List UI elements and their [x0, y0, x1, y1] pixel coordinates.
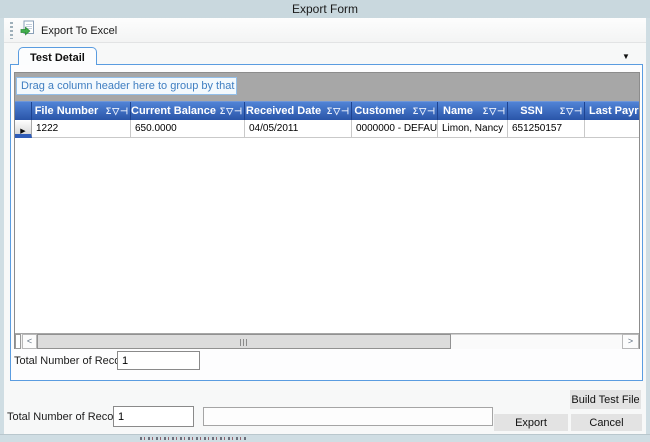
row-selector-arrow-icon: ▶ [20, 128, 25, 135]
toolbar-grip-handle[interactable] [10, 22, 13, 39]
filter-icon[interactable]: ▽ [489, 106, 496, 116]
tab-test-detail-label: Test Detail [30, 52, 85, 64]
column-header-label: SSN [520, 105, 543, 117]
tab-test-detail[interactable]: Test Detail [18, 47, 97, 65]
pin-icon[interactable]: ⊣ [574, 106, 582, 116]
column-header-label: File Number [35, 105, 99, 117]
scroll-left-button[interactable]: < [22, 334, 37, 349]
cell-name[interactable]: Limon, Nancy [438, 120, 508, 138]
export-button[interactable]: Export [494, 414, 568, 431]
column-header-received-date[interactable]: Received Date Σ▽⊣ [245, 102, 352, 120]
column-header-last-payment[interactable]: Last Payr [585, 102, 639, 120]
cell-last-payment[interactable] [585, 120, 639, 138]
column-header-ssn[interactable]: SSN Σ▽⊣ [508, 102, 585, 120]
export-form-window: Export Form Export To Excel Test Detail … [0, 0, 650, 442]
total-records-input[interactable] [113, 406, 194, 427]
pin-icon[interactable]: ⊣ [341, 106, 349, 116]
column-header-file-number[interactable]: File Number Σ▽⊣ [32, 102, 131, 120]
cell-current-balance[interactable]: 650.0000 [131, 120, 245, 138]
export-to-excel-label: Export To Excel [41, 25, 117, 37]
filter-icon[interactable]: ▽ [419, 106, 426, 116]
column-header-customer[interactable]: Customer Σ▽⊣ [352, 102, 438, 120]
summary-sum-icon[interactable]: Σ [220, 106, 225, 116]
progress-bar [203, 407, 493, 426]
total-records-label: Total Number of Records [7, 411, 129, 423]
column-header-label: Received Date [246, 105, 321, 117]
column-header-current-balance[interactable]: Current Balance Σ▽⊣ [131, 102, 245, 120]
toolbar: Export To Excel [4, 18, 646, 43]
scrollbar-splitter-handle[interactable] [15, 334, 21, 349]
cell-ssn[interactable]: 651250157 [508, 120, 585, 138]
build-test-file-button[interactable]: Build Test File [570, 390, 641, 409]
group-by-panel[interactable]: Drag a column header here to group by th… [15, 73, 639, 101]
scroll-right-button[interactable]: > [622, 334, 639, 349]
summary-sum-icon[interactable]: Σ [327, 106, 332, 116]
summary-sum-icon[interactable]: Σ [483, 106, 488, 116]
titlebar[interactable]: Export Form [0, 0, 650, 18]
cell-file-number[interactable]: 1222 [32, 120, 131, 138]
pin-icon[interactable]: ⊣ [497, 106, 505, 116]
tab-list-dropdown-icon[interactable]: ▼ [618, 51, 634, 62]
clipped-background-content [140, 437, 248, 440]
column-header-label: Current Balance [131, 105, 216, 117]
column-header-name[interactable]: Name Σ▽⊣ [438, 102, 508, 120]
export-to-excel-button[interactable]: Export To Excel [20, 20, 123, 41]
row-selector[interactable]: ▶ [15, 120, 32, 138]
pin-icon[interactable]: ⊣ [120, 106, 128, 116]
cell-received-date[interactable]: 04/05/2011 [245, 120, 352, 138]
filter-icon[interactable]: ▽ [112, 106, 119, 116]
summary-sum-icon[interactable]: Σ [560, 106, 565, 116]
cell-customer[interactable]: 0000000 - DEFAULT [352, 120, 438, 138]
filter-icon[interactable]: ▽ [566, 106, 573, 116]
scrollbar-thumb[interactable] [37, 334, 451, 349]
tab-total-records-input[interactable] [117, 351, 200, 370]
scrollbar-track[interactable] [451, 334, 622, 349]
column-header-label: Last Payr [589, 105, 639, 117]
filter-icon[interactable]: ▽ [333, 106, 340, 116]
pin-icon[interactable]: ⊣ [427, 106, 435, 116]
form-bottom-edge [0, 434, 650, 442]
horizontal-scrollbar[interactable]: < > [15, 333, 639, 349]
window-title: Export Form [0, 0, 650, 18]
cancel-button[interactable]: Cancel [571, 414, 642, 431]
group-by-hint: Drag a column header here to group by th… [16, 77, 237, 95]
column-header-label: Name [443, 105, 473, 117]
form-right-edge [646, 18, 650, 434]
chevron-right-icon: > [628, 336, 633, 346]
chevron-left-icon: < [27, 336, 32, 346]
summary-sum-icon[interactable]: Σ [106, 106, 111, 116]
column-header-label: Customer [354, 105, 405, 117]
pin-icon[interactable]: ⊣ [234, 106, 242, 116]
summary-sum-icon[interactable]: Σ [413, 106, 418, 116]
grid-header-row: File Number Σ▽⊣ Current Balance Σ▽⊣ Rece… [15, 101, 639, 120]
row-selector-header [15, 102, 32, 120]
filter-icon[interactable]: ▽ [226, 106, 233, 116]
table-row[interactable]: ▶ 1222 650.0000 04/05/2011 0000000 - DEF… [15, 120, 639, 138]
scrollbar-grip-icon [240, 339, 248, 346]
form-left-edge [0, 18, 4, 434]
excel-export-icon [20, 20, 35, 41]
